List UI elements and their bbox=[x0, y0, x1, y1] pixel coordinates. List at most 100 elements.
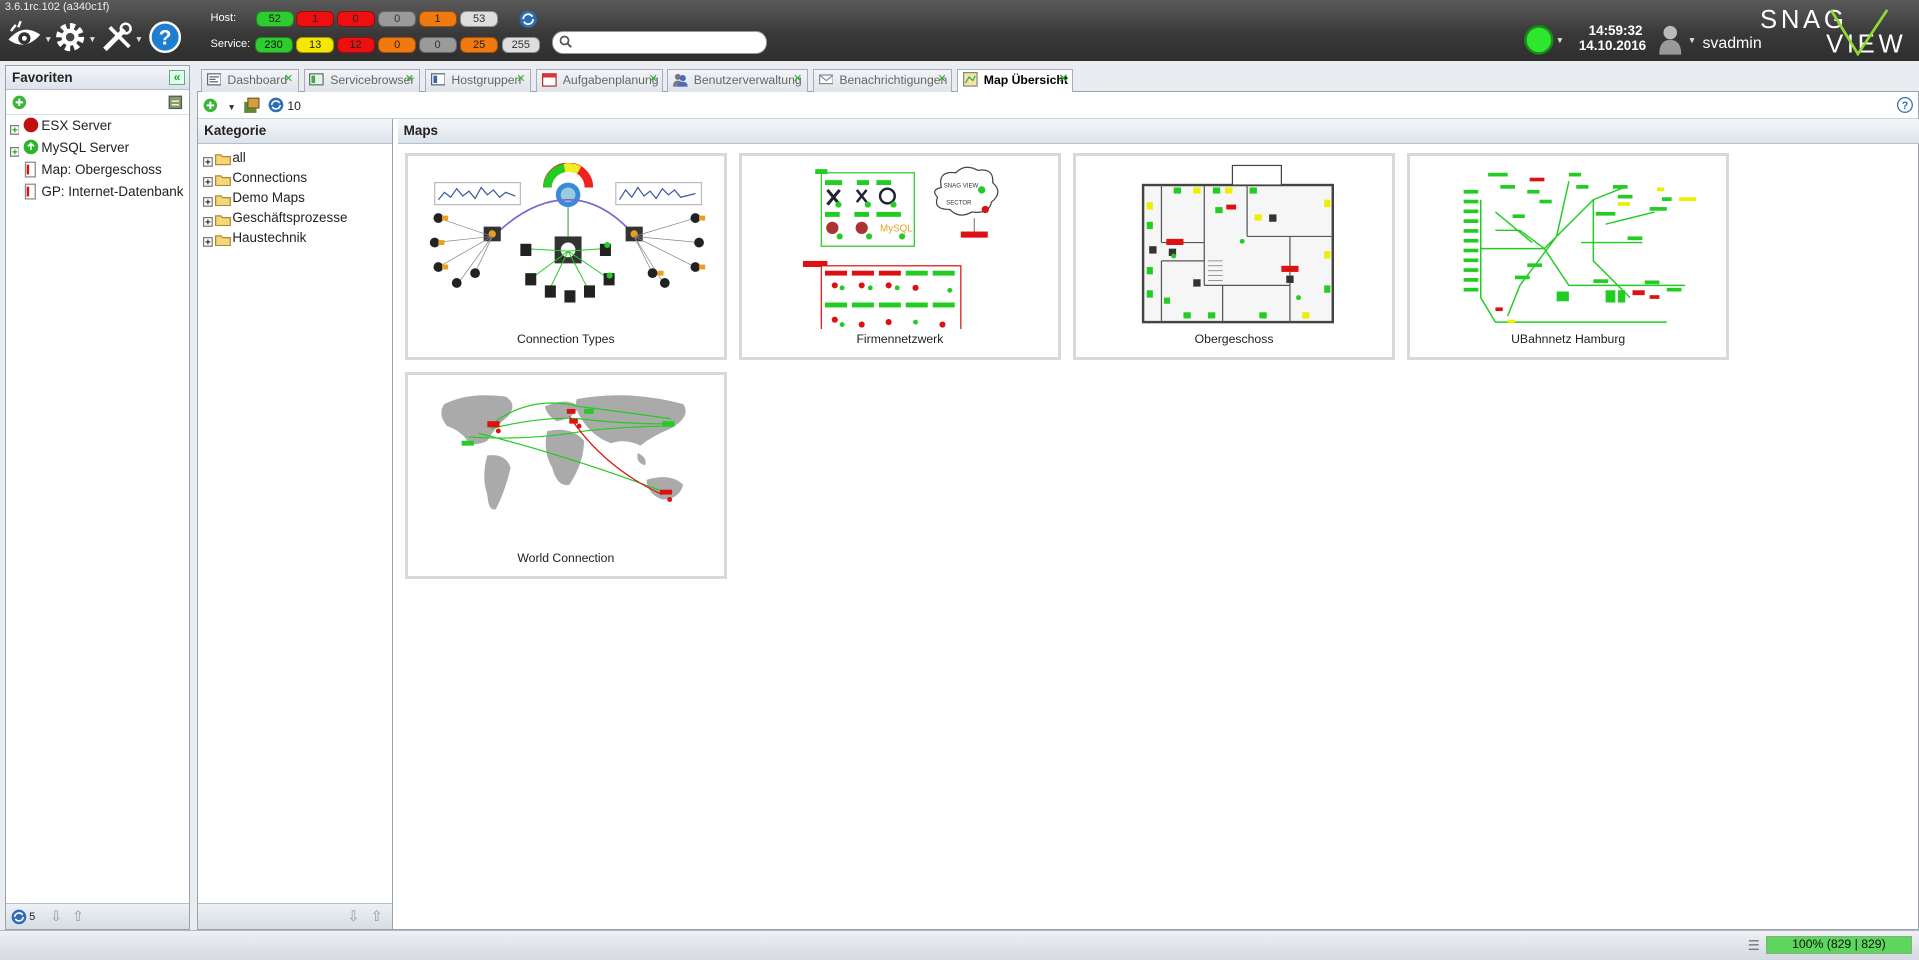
category-item[interactable]: Haustechnik bbox=[198, 228, 392, 248]
chevron-down-icon[interactable]: ▼ bbox=[227, 102, 235, 112]
category-item[interactable]: Demo Maps bbox=[198, 188, 392, 208]
svg-text:?: ? bbox=[1902, 100, 1909, 112]
dashboard-icon bbox=[206, 72, 222, 93]
favorite-item[interactable]: GP: Internet-Datenbank bbox=[6, 181, 189, 203]
host-count-lgrey[interactable]: 53 bbox=[460, 11, 499, 27]
host-count-orange[interactable]: 1 bbox=[418, 11, 457, 27]
refresh-icon[interactable] bbox=[268, 97, 284, 116]
search-box[interactable] bbox=[551, 30, 768, 54]
map-thumbnail bbox=[429, 163, 706, 303]
refresh-icon[interactable] bbox=[519, 10, 537, 31]
snagview-logo: SNAG VIEW bbox=[1760, 5, 1912, 58]
map-card-ubahnnetz-hamburg[interactable]: UBahnnetz Hamburg bbox=[1407, 152, 1730, 360]
refresh-icon[interactable] bbox=[11, 909, 27, 928]
map-card-label: Connection Types bbox=[517, 331, 615, 346]
chevron-down-icon[interactable]: ▼ bbox=[88, 34, 96, 44]
expand-icon[interactable] bbox=[202, 233, 213, 253]
gear-icon[interactable] bbox=[53, 20, 87, 57]
category-title: Kategorie bbox=[198, 118, 392, 145]
close-icon[interactable]: ✕ bbox=[1058, 74, 1069, 85]
map-thumbnail bbox=[1464, 173, 1697, 324]
users-icon bbox=[672, 72, 688, 93]
tab-hostgruppen[interactable]: Hostgruppen ✕ bbox=[424, 68, 532, 92]
service-count-yellow[interactable]: 13 bbox=[296, 36, 335, 53]
favorite-item[interactable]: Map: Obergeschoss bbox=[6, 159, 189, 181]
service-count-lgrey[interactable]: 255 bbox=[501, 36, 540, 53]
tab-label: Hostgruppen bbox=[451, 72, 522, 87]
add-favorite-icon[interactable] bbox=[12, 95, 27, 113]
add-map-icon[interactable] bbox=[203, 98, 218, 116]
chevron-down-icon[interactable]: ▼ bbox=[1688, 35, 1696, 45]
user-icon[interactable] bbox=[1658, 24, 1682, 59]
map-card-obergeschoss[interactable]: Obergeschoss bbox=[1073, 152, 1395, 360]
tab-dashboard[interactable]: Dashboard ✕ bbox=[200, 68, 299, 93]
map-card-world-connection[interactable]: World Connection bbox=[404, 372, 727, 579]
service-count-green[interactable]: 230 bbox=[254, 36, 293, 53]
map-icon bbox=[23, 183, 39, 207]
map-thumbnail bbox=[1142, 165, 1335, 324]
help-icon[interactable]: ? bbox=[1897, 96, 1914, 116]
category-item[interactable]: all bbox=[198, 148, 392, 168]
close-icon[interactable]: ✕ bbox=[937, 74, 948, 85]
service-count-grey[interactable]: 0 bbox=[418, 36, 457, 53]
tab-label: Dashboard bbox=[227, 72, 288, 87]
search-input[interactable] bbox=[574, 34, 759, 50]
tab-benutzerverwaltung[interactable]: Benutzerverwaltung ✕ bbox=[667, 68, 808, 93]
username[interactable]: svadmin bbox=[1702, 35, 1761, 53]
calendar-icon bbox=[541, 72, 557, 93]
chevron-down-icon[interactable]: ▼ bbox=[44, 34, 52, 44]
mail-icon bbox=[818, 72, 834, 93]
map-overview-panel: ▼ 10 ? Kategorie all Connections Demo Maps… bbox=[197, 91, 1919, 931]
host-count-green[interactable]: 52 bbox=[255, 11, 294, 27]
tab-aufgabenplanung[interactable]: Aufgabenplanung ✕ bbox=[536, 68, 664, 93]
service-count-orange[interactable]: 0 bbox=[378, 36, 417, 53]
tab-map-übersicht[interactable]: Map Übersicht ✕ bbox=[957, 68, 1074, 93]
servicebrowser-icon bbox=[309, 72, 325, 93]
move-down-icon[interactable]: ⇩ bbox=[347, 908, 359, 925]
move-up-icon[interactable]: ⇧ bbox=[371, 908, 383, 925]
eye-menu-icon[interactable] bbox=[6, 20, 45, 57]
progress-bar: 100% (829 | 829) bbox=[1766, 936, 1912, 955]
help-icon[interactable]: ? bbox=[148, 20, 182, 57]
tools-icon[interactable] bbox=[100, 20, 134, 57]
system-status-icon[interactable] bbox=[1523, 24, 1555, 59]
list-icon[interactable]: ☰ bbox=[1748, 938, 1760, 954]
move-down-icon[interactable]: ⇩ bbox=[50, 908, 62, 925]
map-card-connection-types[interactable]: Connection Types bbox=[404, 152, 727, 360]
collapse-panel-icon[interactable]: « bbox=[169, 69, 186, 86]
archive-icon[interactable] bbox=[168, 95, 183, 113]
host-count-red[interactable]: 0 bbox=[336, 11, 375, 27]
category-item[interactable]: Geschäftsprozesse bbox=[198, 208, 392, 228]
close-icon[interactable]: ✕ bbox=[283, 74, 294, 85]
favorite-label: GP: Internet-Datenbank bbox=[41, 183, 184, 199]
tab-label: Benutzerverwaltung bbox=[693, 72, 802, 87]
search-icon bbox=[559, 35, 573, 51]
move-up-icon[interactable]: ⇧ bbox=[72, 908, 84, 925]
category-item[interactable]: Connections bbox=[198, 168, 392, 188]
close-icon[interactable]: ✕ bbox=[648, 74, 659, 85]
service-count-orange[interactable]: 25 bbox=[460, 36, 499, 53]
host-count-red[interactable]: 1 bbox=[296, 11, 335, 27]
chevron-down-icon[interactable]: ▼ bbox=[135, 34, 143, 44]
tab-label: Aufgabenplanung bbox=[562, 72, 659, 87]
close-icon[interactable]: ✕ bbox=[792, 74, 803, 85]
favorite-label: Map: Obergeschoss bbox=[41, 161, 162, 177]
close-icon[interactable]: ✕ bbox=[404, 74, 415, 85]
host-count-grey[interactable]: 0 bbox=[378, 11, 417, 27]
tab-bar: Dashboard ✕ Servicebrowser ✕ Hostgruppen ✕ Auf… bbox=[197, 65, 1919, 93]
service-count-red[interactable]: 12 bbox=[336, 36, 375, 53]
close-icon[interactable]: ✕ bbox=[516, 74, 527, 85]
svg-text:MySQL: MySQL bbox=[880, 224, 913, 235]
tab-servicebrowser[interactable]: Servicebrowser ✕ bbox=[303, 68, 420, 93]
favorite-item[interactable]: MySQL Server bbox=[6, 137, 189, 159]
map-card-firmennetzwerk[interactable]: MySQL SNAG VIEW SECTOR Firmennetzwerk bbox=[738, 152, 1061, 360]
tab-benachrichtigungen[interactable]: Benachrichtigungen ✕ bbox=[812, 68, 953, 93]
chevron-down-icon[interactable]: ▼ bbox=[1556, 35, 1564, 45]
map-export-icon[interactable] bbox=[243, 97, 260, 117]
favorite-item[interactable]: ESX Server bbox=[6, 115, 189, 137]
service-label: Service: bbox=[210, 37, 251, 50]
tab-label: Servicebrowser bbox=[330, 72, 415, 87]
favorites-panel: Favoriten « ESX Server MySQL Server Map: O… bbox=[4, 64, 190, 931]
category-label: Haustechnik bbox=[232, 230, 307, 246]
version-label: 3.6.1rc.102 (a340c1f) bbox=[4, 1, 110, 14]
